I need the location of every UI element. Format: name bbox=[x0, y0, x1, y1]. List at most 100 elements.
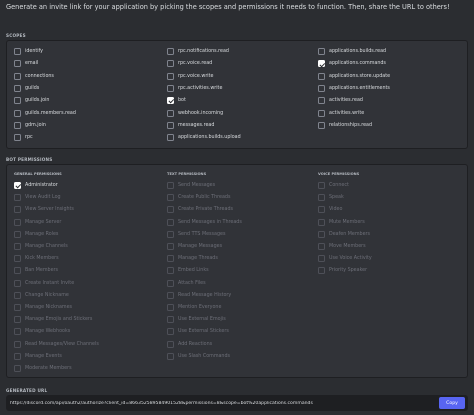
checkbox-checked-icon[interactable] bbox=[318, 60, 325, 68]
checkbox-relationships-read[interactable]: relationships.read bbox=[318, 121, 372, 130]
checkbox-label: Manage Nicknames bbox=[25, 305, 73, 310]
checkbox-rpc-activities-write[interactable]: rpc.activities.write bbox=[167, 84, 222, 93]
checkbox-use-slash-commands: Use Slash Commands bbox=[167, 352, 230, 361]
checkbox-empty-icon bbox=[318, 255, 325, 263]
checkbox-label: messages.read bbox=[178, 122, 215, 128]
checkbox-identify[interactable]: identify bbox=[14, 47, 43, 56]
checkbox-applications-entitlements[interactable]: applications.entitlements bbox=[318, 84, 390, 93]
checkbox-change-nickname: Change Nickname bbox=[14, 291, 69, 300]
permissions-column-heading: TEXT PERMISSIONS bbox=[167, 172, 207, 176]
checkbox-empty-icon[interactable] bbox=[167, 48, 174, 55]
checkbox-empty-icon bbox=[14, 279, 21, 287]
checkbox-empty-icon[interactable] bbox=[14, 134, 21, 142]
checkbox-empty-icon bbox=[167, 304, 174, 311]
checkbox-label: Video bbox=[329, 207, 343, 213]
checkbox-gdm-join[interactable]: gdm.join bbox=[14, 121, 46, 130]
checkbox-bot[interactable]: bot bbox=[167, 96, 186, 105]
checkbox-empty-icon[interactable] bbox=[14, 72, 21, 80]
checkbox-empty-icon[interactable] bbox=[318, 48, 325, 55]
checkbox-empty-icon bbox=[14, 243, 21, 250]
checkbox-label: Create Public Threads bbox=[178, 195, 231, 201]
checkbox-empty-icon bbox=[318, 206, 325, 214]
checkbox-label: Administrator bbox=[25, 183, 58, 188]
checkbox-label: Mute Members bbox=[329, 219, 365, 225]
copy-button[interactable]: Copy bbox=[439, 397, 465, 409]
checkbox-empty-icon[interactable] bbox=[318, 97, 325, 105]
checkbox-empty-icon bbox=[167, 182, 174, 189]
checkbox-empty-icon bbox=[167, 194, 174, 202]
checkbox-rpc-voice-write[interactable]: rpc.voice.write bbox=[167, 72, 213, 81]
checkbox-applications-commands[interactable]: applications.commands bbox=[318, 59, 386, 68]
checkbox-empty-icon[interactable] bbox=[14, 109, 21, 117]
checkbox-empty-icon bbox=[14, 194, 21, 202]
checkbox-activities-read[interactable]: activities.read bbox=[318, 96, 363, 105]
checkbox-checked-icon[interactable] bbox=[14, 182, 21, 189]
checkbox-label: Manage Threads bbox=[178, 256, 218, 262]
checkbox-read-message-history: Read Message History bbox=[167, 291, 231, 300]
checkbox-label: Manage Roles bbox=[25, 231, 59, 237]
scopes-label: SCOPES bbox=[6, 33, 26, 38]
checkbox-label: Send TTS Messages bbox=[178, 231, 226, 237]
checkbox-label: Move Members bbox=[329, 244, 366, 249]
checkbox-applications-builds-upload[interactable]: applications.builds.upload bbox=[167, 133, 241, 142]
checkbox-empty-icon[interactable] bbox=[14, 97, 21, 105]
checkbox-embed-links: Embed Links bbox=[167, 266, 209, 275]
checkbox-empty-icon[interactable] bbox=[167, 84, 174, 92]
checkbox-manage-events: Manage Events bbox=[14, 352, 62, 361]
checkbox-rpc-notifications-read[interactable]: rpc.notifications.read bbox=[167, 47, 229, 56]
checkbox-guilds[interactable]: guilds bbox=[14, 84, 39, 93]
checkbox-empty-icon bbox=[14, 352, 21, 360]
checkbox-empty-icon[interactable] bbox=[14, 60, 21, 68]
checkbox-empty-icon[interactable] bbox=[318, 121, 325, 129]
checkbox-empty-icon[interactable] bbox=[14, 84, 21, 92]
checkbox-label: bot bbox=[178, 98, 186, 104]
checkbox-checked-icon[interactable] bbox=[167, 97, 174, 105]
checkbox-kick-members: Kick Members bbox=[14, 254, 59, 263]
checkbox-empty-icon[interactable] bbox=[167, 109, 174, 117]
checkbox-applications-builds-read[interactable]: applications.builds.read bbox=[318, 47, 386, 56]
checkbox-empty-icon[interactable] bbox=[318, 72, 325, 80]
checkbox-empty-icon bbox=[167, 230, 174, 238]
checkbox-label: Kick Members bbox=[25, 256, 59, 262]
checkbox-connections[interactable]: connections bbox=[14, 72, 54, 81]
checkbox-manage-channels: Manage Channels bbox=[14, 242, 68, 251]
checkbox-empty-icon[interactable] bbox=[167, 121, 174, 129]
checkbox-label: applications.commands bbox=[329, 61, 386, 67]
checkbox-empty-icon bbox=[167, 328, 174, 336]
checkbox-add-reactions: Add Reactions bbox=[167, 340, 212, 349]
checkbox-empty-icon[interactable] bbox=[318, 84, 325, 92]
checkbox-empty-icon[interactable] bbox=[14, 121, 21, 129]
checkbox-empty-icon bbox=[318, 182, 325, 189]
checkbox-label: rpc.activities.write bbox=[178, 85, 223, 91]
checkbox-empty-icon[interactable] bbox=[167, 72, 174, 80]
checkbox-read-messages-view-channels: Read Messages/View Channels bbox=[14, 340, 99, 349]
checkbox-empty-icon[interactable] bbox=[167, 134, 174, 142]
checkbox-label: Manage Messages bbox=[178, 244, 223, 249]
checkbox-guilds-join[interactable]: guilds.join bbox=[14, 96, 49, 105]
checkbox-applications-store-update[interactable]: applications.store.update bbox=[318, 72, 390, 81]
checkbox-label: Send Messages in Threads bbox=[178, 219, 242, 225]
checkbox-speak: Speak bbox=[318, 193, 344, 202]
checkbox-label: Manage Emojis and Stickers bbox=[25, 317, 93, 323]
checkbox-rpc-voice-read[interactable]: rpc.voice.read bbox=[167, 59, 212, 68]
checkbox-label: Mention Everyone bbox=[178, 305, 222, 310]
checkbox-label: identify bbox=[25, 49, 44, 54]
generated-url-field[interactable]: https://discord.com/api/oauth2/authorize… bbox=[6, 395, 468, 411]
checkbox-empty-icon bbox=[318, 243, 325, 250]
checkbox-guilds-members-read[interactable]: guilds.members.read bbox=[14, 109, 76, 118]
checkbox-label: View Server Insights bbox=[25, 207, 74, 213]
checkbox-deafen-members: Deafen Members bbox=[318, 230, 370, 239]
checkbox-email[interactable]: email bbox=[14, 59, 38, 68]
checkbox-administrator[interactable]: Administrator bbox=[14, 181, 58, 190]
generated-url-label: GENERATED URL bbox=[6, 388, 48, 393]
checkbox-empty-icon[interactable] bbox=[318, 109, 325, 117]
checkbox-empty-icon[interactable] bbox=[14, 48, 21, 55]
checkbox-webhook-incoming[interactable]: webhook.incoming bbox=[167, 109, 223, 118]
checkbox-empty-icon[interactable] bbox=[167, 60, 174, 68]
checkbox-activities-write[interactable]: activities.write bbox=[318, 109, 364, 118]
checkbox-messages-read[interactable]: messages.read bbox=[167, 121, 214, 130]
checkbox-rpc[interactable]: rpc bbox=[14, 133, 33, 142]
permissions-column-heading: VOICE PERMISSIONS bbox=[318, 172, 360, 176]
checkbox-empty-icon bbox=[318, 218, 325, 226]
checkbox-label: Priority Speaker bbox=[329, 268, 368, 274]
